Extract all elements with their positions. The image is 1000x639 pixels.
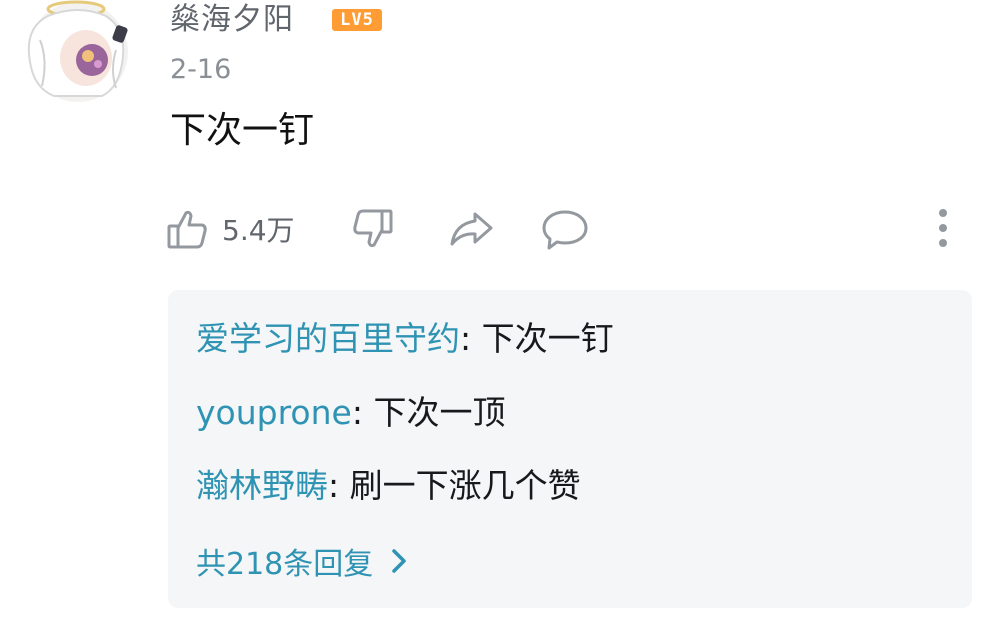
more-options-button[interactable] [926, 204, 960, 252]
comment-date: 2-16 [170, 54, 232, 85]
thumbs-down-icon [353, 209, 393, 248]
avatar[interactable] [18, 0, 136, 106]
reply-separator: : [460, 319, 482, 358]
reply-item: 爱学习的百里守约: 下次一钉 [196, 319, 614, 359]
reply-button[interactable] [540, 203, 590, 255]
share-icon [450, 212, 493, 246]
comment-username[interactable]: 燊海夕阳 [170, 2, 294, 38]
like-button[interactable]: 5.4万 [164, 203, 295, 255]
more-vertical-icon [939, 209, 947, 247]
level-badge: LV5 [332, 9, 382, 31]
reply-username[interactable]: 瀚林野畴 [196, 466, 328, 505]
like-count: 5.4万 [222, 214, 295, 247]
replies-preview[interactable]: 爱学习的百里守约: 下次一钉 youprone: 下次一顶 瀚林野畴: 刷一下涨… [168, 290, 972, 608]
total-replies-label: 共218条回复 [196, 547, 374, 582]
reply-separator: : [351, 393, 374, 432]
comment-text: 下次一钉 [170, 110, 315, 151]
thumbs-up-icon [167, 210, 207, 249]
dislike-button[interactable] [350, 203, 396, 255]
view-all-replies-link[interactable]: 共218条回复 [196, 541, 407, 582]
reply-text: 下次一钉 [481, 319, 614, 358]
reply-username[interactable]: 爱学习的百里守约 [196, 319, 460, 358]
reply-item: 瀚林野畴: 刷一下涨几个赞 [196, 466, 581, 506]
reply-username[interactable]: youprone [196, 393, 352, 432]
comment-bubble-icon [542, 210, 588, 250]
reply-separator: : [328, 466, 350, 505]
reply-item: youprone: 下次一顶 [196, 393, 505, 433]
chevron-right-icon [392, 549, 407, 573]
reply-text: 下次一顶 [373, 393, 506, 432]
avatar-image [27, 0, 128, 102]
reply-text: 刷一下涨几个赞 [349, 466, 581, 505]
share-button[interactable] [447, 203, 495, 255]
